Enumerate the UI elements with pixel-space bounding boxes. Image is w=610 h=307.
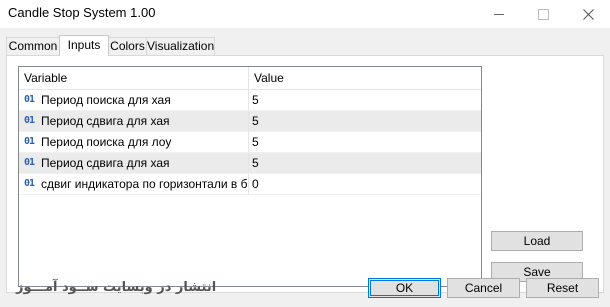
variable-cell: 01 Период сдвига для хая [19,153,249,173]
variable-cell: 01 Период поиска для лоу [19,132,249,152]
reset-button[interactable]: Reset [526,278,599,298]
window-title: Candle Stop System 1.00 [8,5,156,20]
value-cell[interactable]: 0 [249,174,481,194]
value-cell[interactable]: 5 [249,111,481,131]
inputs-grid[interactable]: Variable Value 01 Период поиска для хая … [18,66,482,287]
table-row[interactable]: 01 Период сдвига для хая 5 [19,111,481,132]
variable-name: Период сдвига для хая [41,114,170,128]
inputs-panel: Variable Value 01 Период поиска для хая … [6,55,604,293]
minimize-icon [494,13,504,15]
table-row[interactable]: 01 Период поиска для хая 5 [19,90,481,111]
tab-colors[interactable]: Colors [108,37,147,55]
table-row[interactable]: 01 Период сдвига для хая 5 [19,153,481,174]
variable-name: сдвиг индикатора по горизонтали в б… [41,177,249,191]
column-header-variable[interactable]: Variable [19,67,249,89]
table-row[interactable]: 01 сдвиг индикатора по горизонтали в б… … [19,174,481,195]
table-row[interactable]: 01 Период поиска для лоу 5 [19,132,481,153]
grid-header: Variable Value [19,67,481,90]
maximize-icon [537,8,549,20]
tab-inputs[interactable]: Inputs [59,35,109,56]
load-button[interactable]: Load [491,231,583,251]
value-cell[interactable]: 5 [249,90,481,110]
variable-cell: 01 Период поиска для хая [19,90,249,110]
cancel-button[interactable]: Cancel [447,278,520,298]
integer-type-icon: 01 [24,115,35,126]
variable-name: Период поиска для лоу [41,135,172,149]
tab-common[interactable]: Common [6,37,60,55]
column-header-value[interactable]: Value [249,67,481,89]
variable-name: Период поиска для хая [41,93,171,107]
title-bar: Candle Stop System 1.00 [0,0,610,28]
maximize-button[interactable] [521,0,565,28]
tab-visualization[interactable]: Visualization [146,37,215,55]
integer-type-icon: 01 [24,136,35,147]
variable-cell: 01 сдвиг индикатора по горизонтали в б… [19,174,249,194]
watermark-text: انتشار در وبسایت ســود آمـــوز [16,280,217,295]
integer-type-icon: 01 [24,157,35,168]
close-button[interactable] [566,0,610,28]
ok-button[interactable]: OK [368,278,441,298]
integer-type-icon: 01 [24,94,35,105]
variable-name: Период сдвига для хая [41,156,170,170]
value-cell[interactable]: 5 [249,153,481,173]
integer-type-icon: 01 [24,178,35,189]
variable-cell: 01 Период сдвига для хая [19,111,249,131]
value-cell[interactable]: 5 [249,132,481,152]
close-icon [582,8,594,20]
dialog-body: Common Inputs Colors Visualization Varia… [0,28,610,307]
minimize-button[interactable] [477,0,521,28]
